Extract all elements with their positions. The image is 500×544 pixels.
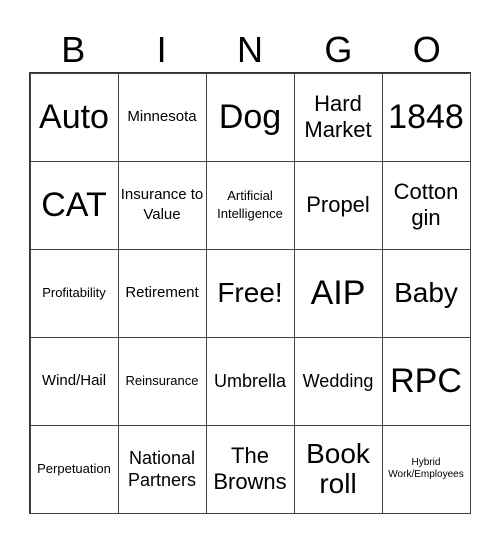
bingo-cell[interactable]: Dog	[205, 72, 295, 162]
bingo-cell-text: Wedding	[302, 371, 374, 391]
bingo-cell-text: Perpetuation	[37, 461, 111, 476]
bingo-cell[interactable]: CAT	[29, 160, 119, 250]
bingo-header: B I N G O	[29, 28, 471, 72]
bingo-cell-text: Hard Market	[304, 91, 372, 142]
bingo-grid: Auto Minnesota Dog Hard Market 1848 CAT Insura…	[29, 72, 471, 514]
bingo-cell[interactable]: Wind/Hail	[29, 336, 119, 426]
bingo-cell[interactable]: Artificial Intelligence	[205, 160, 295, 250]
bingo-cell-text: Dog	[218, 98, 282, 136]
bingo-cell-text: Minnesota	[127, 108, 197, 125]
bingo-cell[interactable]: Book roll	[293, 424, 383, 514]
bingo-cell[interactable]: Profitability	[29, 248, 119, 338]
bingo-cell-text: Hybrid Work/Employees	[388, 457, 464, 480]
header-letter-b: B	[61, 29, 86, 70]
bingo-cell[interactable]: The Browns	[205, 424, 295, 514]
bingo-cell[interactable]: National Partners	[117, 424, 207, 514]
header-letter-o: O	[412, 29, 441, 70]
bingo-cell[interactable]: AIP	[293, 248, 383, 338]
bingo-cell[interactable]: Minnesota	[117, 72, 207, 162]
bingo-cell[interactable]: RPC	[381, 336, 471, 426]
bingo-cell-text: RPC	[390, 362, 462, 400]
bingo-cell[interactable]: Umbrella	[205, 336, 295, 426]
bingo-cell-text: CAT	[41, 186, 107, 224]
bingo-cell-text: Reinsurance	[125, 373, 199, 388]
bingo-cell[interactable]: 1848	[381, 72, 471, 162]
bingo-cell-text: Book roll	[306, 438, 370, 499]
bingo-cell[interactable]: Auto	[29, 72, 119, 162]
bingo-cell[interactable]: Free!	[205, 248, 295, 338]
bingo-cell-text: Auto	[39, 98, 109, 136]
bingo-cell[interactable]: Hybrid Work/Employees	[381, 424, 471, 514]
bingo-cell-text: Propel	[306, 192, 370, 217]
bingo-cell[interactable]: Insurance to Value	[117, 160, 207, 250]
bingo-cell-text: National Partners	[127, 448, 197, 490]
bingo-cell[interactable]: Reinsurance	[117, 336, 207, 426]
bingo-cell-text: 1848	[388, 98, 464, 136]
bingo-cell-text: Wind/Hail	[41, 372, 107, 389]
bingo-cell-text: Artificial Intelligence	[217, 188, 283, 221]
bingo-cell-text: AIP	[310, 274, 366, 312]
header-letter-g: G	[324, 29, 353, 70]
bingo-cell[interactable]: Hard Market	[293, 72, 383, 162]
bingo-cell-text: Profitability	[42, 285, 106, 300]
bingo-cell[interactable]: Baby	[381, 248, 471, 338]
bingo-cell[interactable]: Propel	[293, 160, 383, 250]
bingo-cell-text: Free!	[217, 277, 283, 308]
bingo-cell-text: Umbrella	[213, 371, 287, 391]
bingo-cell[interactable]: Wedding	[293, 336, 383, 426]
header-letter-i: I	[156, 29, 167, 70]
bingo-cell[interactable]: Perpetuation	[29, 424, 119, 514]
bingo-cell[interactable]: Retirement	[117, 248, 207, 338]
bingo-cell-text: Cotton gin	[393, 179, 459, 230]
bingo-cell-text: Baby	[394, 277, 458, 308]
bingo-cell-text: Insurance to Value	[120, 186, 204, 223]
bingo-cell-text: The Browns	[213, 443, 287, 494]
bingo-cell-text: Retirement	[125, 284, 199, 301]
header-letter-n: N	[236, 29, 263, 70]
bingo-cell[interactable]: Cotton gin	[381, 160, 471, 250]
